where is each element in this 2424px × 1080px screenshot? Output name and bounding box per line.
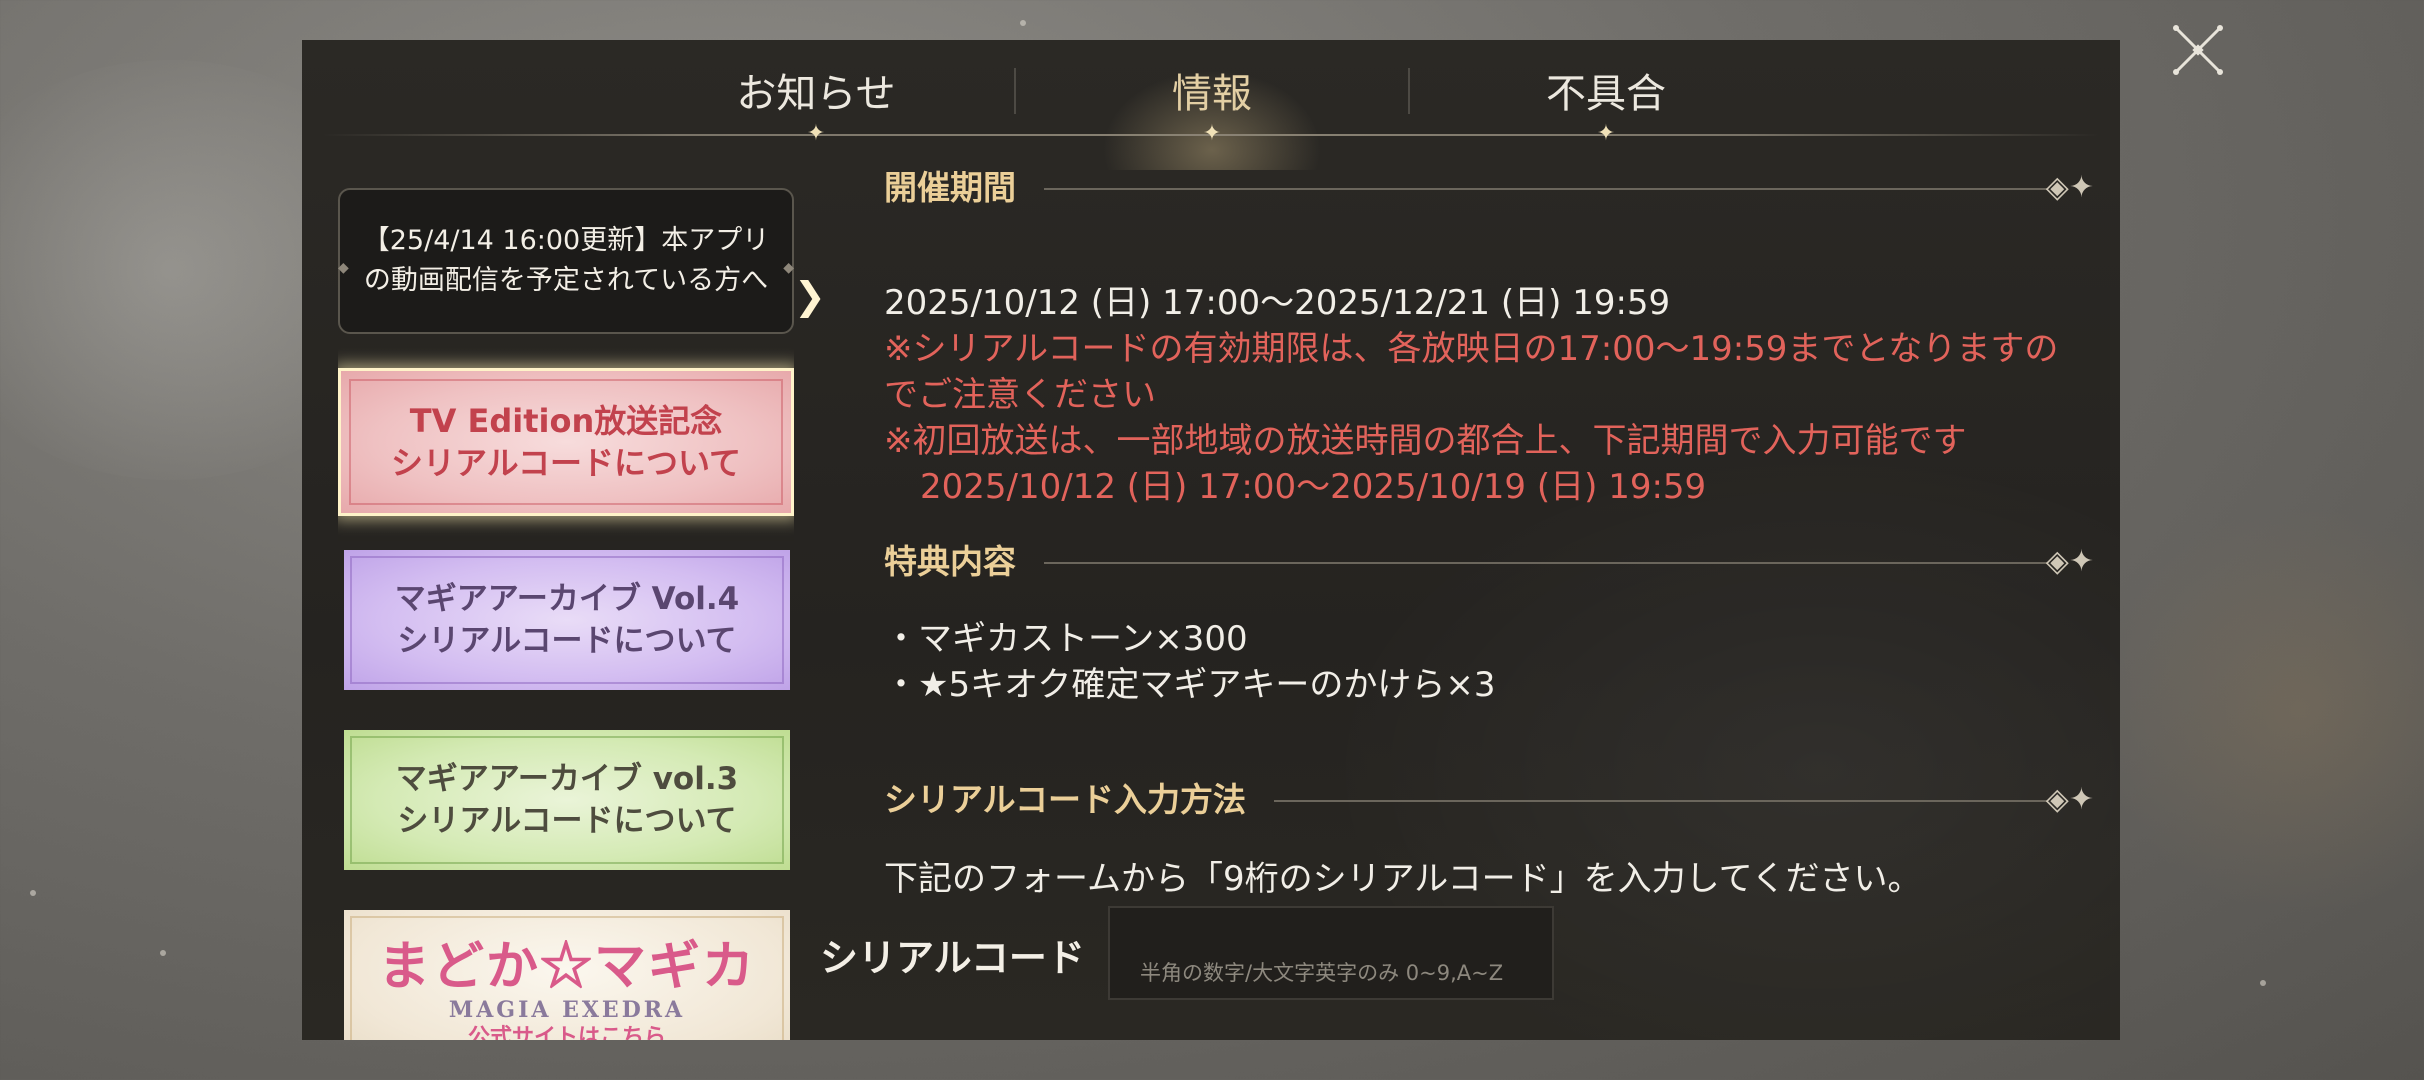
article-item-archive-vol4[interactable]: マギアアーカイブ Vol.4 シリアルコードについて [344, 550, 790, 690]
background-glow [2100, 500, 2424, 920]
article-item-video-streaming[interactable]: 【25/4/14 16:00更新】本アプリ の動画配信を予定されている方へ [338, 188, 794, 334]
section-header-method: シリアルコード入力方法 ◈✦ [884, 778, 2094, 822]
section-header-period: 開催期間 ◈✦ [884, 166, 2094, 210]
section-divider [1044, 562, 2048, 564]
chevron-right-icon: ❯ [794, 274, 826, 318]
background-sparkle [1020, 20, 1026, 26]
tab-bar: お知らせ 情報 不具合 ✦ ✦ ✦ [302, 40, 2120, 170]
serial-code-label: シリアルコード [820, 936, 1085, 980]
section-divider [1044, 188, 2048, 190]
close-button[interactable] [2166, 18, 2230, 82]
article-item-line: マギアアーカイブ vol.3 [395, 761, 739, 797]
background-sparkle [2260, 980, 2266, 986]
article-item-line: シリアルコードについて [397, 623, 737, 659]
article-item-line: シリアルコードについて [390, 444, 742, 482]
article-item-label: マギアアーカイブ Vol.4 シリアルコードについて [395, 578, 740, 662]
article-item-tv-edition[interactable]: TV Edition放送記念 シリアルコードについて [338, 368, 794, 516]
section-title: 開催期間 [884, 168, 1016, 207]
article-item-label: TV Edition放送記念 シリアルコードについて [391, 400, 741, 484]
section-header-rewards: 特典内容 ◈✦ [884, 540, 2094, 584]
sparkle-icon: ✦ [1596, 121, 1616, 146]
section-title: 特典内容 [884, 542, 1016, 581]
article-item-line: の動画配信を予定されている方へ [363, 265, 769, 296]
tab-separator [1408, 68, 1410, 114]
article-item-label: 【25/4/14 16:00更新】本アプリ の動画配信を予定されている方へ [363, 221, 769, 301]
section-title: シリアルコード入力方法 [884, 780, 1247, 819]
article-item-line: 【25/4/14 16:00更新】本アプリ [362, 225, 770, 256]
reward-item: ・★5キオク確定マギアキーのかけら×3 [884, 665, 1496, 705]
article-item-line: シリアルコードについて [397, 803, 737, 839]
article-list: 【25/4/14 16:00更新】本アプリ の動画配信を予定されている方へ TV… [338, 188, 794, 1040]
method-instructions: 下記のフォームから「9桁のシリアルコード」を入力してください。 [884, 859, 1922, 899]
card-border [350, 916, 784, 1040]
close-icon [2173, 25, 2223, 75]
article-item-line: TV Edition放送記念 [409, 402, 723, 440]
serial-code-input[interactable] [1108, 906, 1554, 1000]
article-item-line: マギアアーカイブ Vol.4 [394, 581, 740, 617]
article-item-label: マギアアーカイブ vol.3 シリアルコードについて [396, 758, 738, 842]
article-item-official-site[interactable]: まどか☆マギカ MAGIA EXEDRA 公式サイトはこちら [344, 910, 790, 1040]
expiry-note-cont: でご注意ください [884, 375, 1156, 415]
tab-info[interactable]: 情報 [1062, 64, 1362, 124]
ornament-icon: ◈✦ [2045, 170, 2094, 205]
first-broadcast-range: 2025/10/12 (日) 17:00～2025/10/19 (日) 19:5… [920, 467, 1707, 507]
ornament-icon: ◈✦ [2045, 544, 2094, 579]
tab-bugs[interactable]: 不具合 [1456, 64, 1756, 124]
tab-separator [1014, 68, 1016, 114]
sparkle-icon: ✦ [1202, 121, 1222, 146]
tab-notices[interactable]: お知らせ [666, 64, 966, 124]
ornament-icon: ◈✦ [2045, 782, 2094, 817]
section-divider [1274, 800, 2048, 802]
expiry-note: ※シリアルコードの有効期限は、各放映日の17:00～19:59までとなりますの [884, 329, 2059, 369]
info-panel: お知らせ 情報 不具合 ✦ ✦ ✦ 【25/4/14 16:00更新】本アプリ … [302, 40, 2120, 1040]
reward-item: ・マギカストーン×300 [884, 619, 1248, 659]
period-date-range: 2025/10/12 (日) 17:00～2025/12/21 (日) 19:5… [884, 283, 1671, 323]
background-sparkle [160, 950, 166, 956]
sparkle-icon: ✦ [806, 121, 826, 146]
first-broadcast-note: ※初回放送は、一部地域の放送時間の都合上、下記期間で入力可能です [884, 421, 1967, 461]
background-sparkle [30, 890, 36, 896]
article-item-archive-vol3[interactable]: マギアアーカイブ vol.3 シリアルコードについて [344, 730, 790, 870]
